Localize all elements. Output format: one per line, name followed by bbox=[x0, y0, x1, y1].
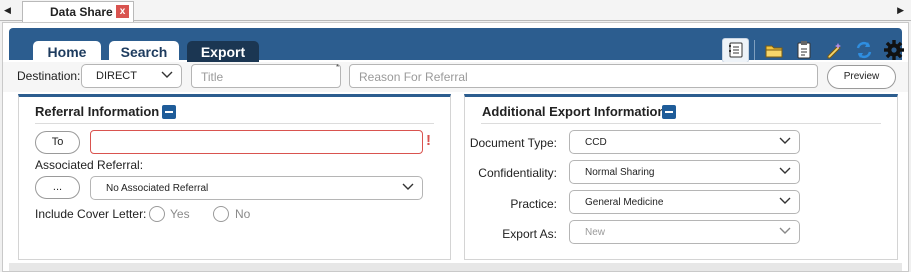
collapse-referral-icon[interactable] bbox=[162, 105, 176, 119]
export-as-select[interactable]: New bbox=[569, 220, 800, 244]
panel-divider bbox=[35, 123, 434, 124]
folder-icon[interactable] bbox=[760, 38, 787, 63]
associated-referral-browse-button[interactable]: ... bbox=[35, 176, 80, 199]
cover-letter-no-radio[interactable] bbox=[213, 206, 229, 222]
refresh-icon[interactable] bbox=[850, 38, 877, 63]
referral-information-panel: Referral Information To ! Associated Ref… bbox=[18, 94, 451, 260]
required-error-icon: ! bbox=[426, 132, 431, 149]
practice-selected: General Medicine bbox=[585, 197, 664, 208]
referral-information-title: Referral Information bbox=[35, 104, 160, 119]
pencil-sparkle-icon[interactable] bbox=[820, 38, 847, 63]
export-as-selected: New bbox=[585, 227, 606, 238]
to-button[interactable]: To bbox=[35, 131, 80, 154]
reason-for-referral-input[interactable]: Reason For Referral bbox=[349, 64, 818, 88]
close-tab-icon[interactable]: x bbox=[116, 5, 129, 18]
cover-letter-yes-radio[interactable] bbox=[149, 206, 165, 222]
destination-select[interactable]: DIRECT bbox=[81, 64, 182, 88]
chevron-down-icon bbox=[779, 227, 791, 234]
document-type-select[interactable]: CCD bbox=[569, 130, 800, 154]
preview-button[interactable]: Preview bbox=[827, 65, 896, 89]
data-share-tab-label: Data Share bbox=[50, 5, 113, 19]
include-cover-letter-label: Include Cover Letter: bbox=[35, 207, 147, 221]
document-tab-strip: ◀ Data Share x ▶ bbox=[0, 0, 911, 22]
cover-letter-yes-label: Yes bbox=[170, 207, 190, 221]
associated-referral-selected: No Associated Referral bbox=[106, 183, 209, 194]
chevron-down-icon bbox=[779, 197, 791, 204]
title-input[interactable]: Title bbox=[191, 64, 341, 88]
bottom-panel-edge bbox=[9, 263, 902, 271]
export-as-label: Export As: bbox=[502, 227, 557, 241]
notebook-icon[interactable] bbox=[722, 37, 749, 63]
confidentiality-selected: Normal Sharing bbox=[585, 167, 655, 178]
clipboard-icon[interactable] bbox=[790, 38, 817, 63]
associated-referral-select[interactable]: No Associated Referral bbox=[90, 176, 423, 200]
confidentiality-select[interactable]: Normal Sharing bbox=[569, 160, 800, 184]
title-required-marker: * bbox=[336, 63, 340, 72]
scroll-right-icon[interactable]: ▶ bbox=[897, 4, 904, 16]
panel-divider bbox=[481, 123, 881, 124]
toolbar-divider bbox=[754, 40, 755, 60]
practice-label: Practice: bbox=[510, 197, 557, 211]
nav-header: Home Search Export bbox=[9, 28, 904, 65]
confidentiality-label: Confidentiality: bbox=[478, 166, 557, 180]
additional-export-information-panel: Additional Export Information Document T… bbox=[464, 94, 898, 260]
chevron-down-icon bbox=[161, 71, 173, 78]
destination-row: Destination: DIRECT Title * Reason For R… bbox=[3, 62, 908, 92]
destination-selected: DIRECT bbox=[96, 70, 137, 82]
to-recipient-input[interactable] bbox=[90, 130, 423, 154]
data-share-window: Home Search Export Destination: DIRECT T… bbox=[2, 22, 909, 272]
header-toolbar bbox=[722, 37, 907, 63]
cover-letter-no-label: No bbox=[235, 207, 251, 221]
chevron-down-icon bbox=[779, 167, 791, 174]
gear-icon[interactable] bbox=[880, 38, 907, 63]
chevron-down-icon bbox=[402, 183, 414, 190]
collapse-export-info-icon[interactable] bbox=[662, 105, 676, 119]
chevron-down-icon bbox=[779, 137, 791, 144]
document-type-label: Document Type: bbox=[469, 136, 557, 150]
practice-select[interactable]: General Medicine bbox=[569, 190, 800, 214]
additional-export-title: Additional Export Information bbox=[482, 104, 666, 119]
document-type-selected: CCD bbox=[585, 137, 607, 148]
scroll-left-icon[interactable]: ◀ bbox=[4, 4, 11, 16]
destination-label: Destination: bbox=[17, 69, 81, 83]
associated-referral-label: Associated Referral: bbox=[35, 158, 144, 172]
data-share-tab[interactable]: Data Share x bbox=[22, 1, 134, 22]
